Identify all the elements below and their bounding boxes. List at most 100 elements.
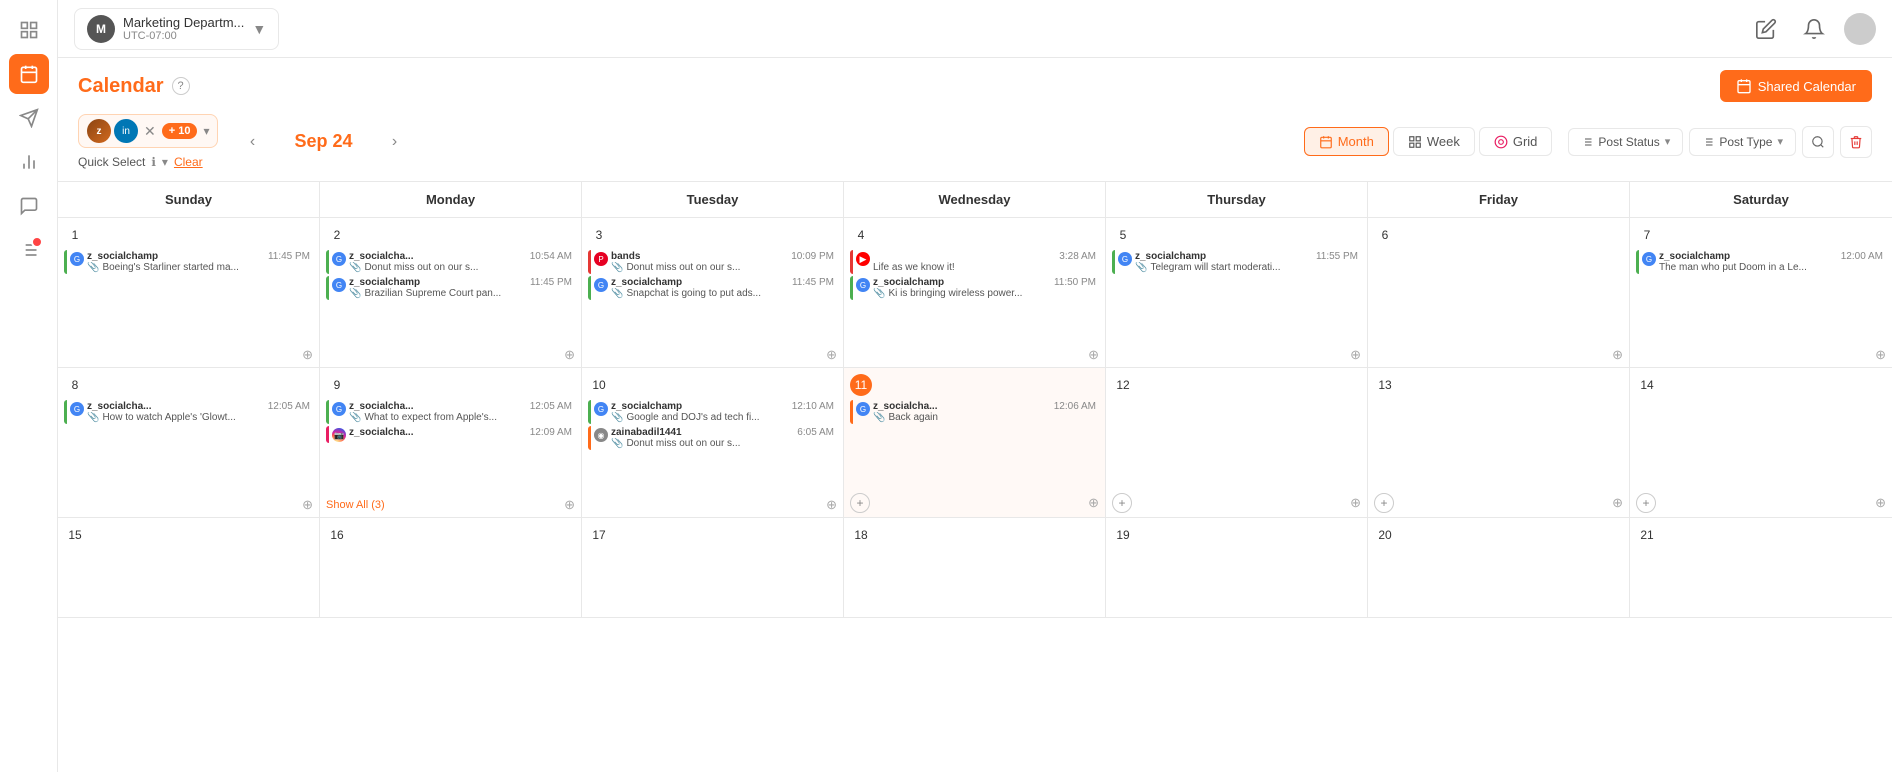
post-entry[interactable]: G z_socialchamp 11:45 PM 📎 Boeing's Star… (64, 250, 313, 274)
post-entry[interactable]: G z_socialchamp 11:45 PM 📎 Brazilian Sup… (326, 276, 575, 300)
sidebar-icon-send[interactable] (9, 98, 49, 138)
export-icon[interactable]: ⊕ (1875, 495, 1886, 511)
post-time: 10:54 AM (530, 251, 572, 262)
post-user: z_socialcha... (349, 427, 413, 438)
day-cell-12: 12 + ⊕ (1106, 368, 1368, 517)
add-post-icon[interactable]: ⊕ (1088, 347, 1099, 363)
export-icon[interactable]: ⊕ (1088, 495, 1099, 511)
export-icon[interactable]: ⊕ (1350, 495, 1361, 511)
post-type-dropdown[interactable]: Post Type ▾ (1689, 128, 1796, 156)
add-post-icon[interactable]: ⊕ (564, 347, 575, 363)
shared-calendar-button[interactable]: Shared Calendar (1720, 70, 1872, 102)
post-network-icon: G (856, 402, 870, 416)
day-cell-6: 6 ⊕ (1368, 218, 1630, 367)
day-cell-4: 4 ▶ 3:28 AM Life as we know it! (844, 218, 1106, 367)
post-entry[interactable]: 📷 z_socialcha... 12:09 AM (326, 426, 575, 443)
quick-select-info-icon[interactable]: ℹ (151, 155, 156, 169)
post-entry[interactable]: G z_socialcha... 10:54 AM 📎 Donut miss o… (326, 250, 575, 274)
add-post-icon[interactable]: ⊕ (826, 347, 837, 363)
attach-icon: 📎 (87, 262, 99, 273)
post-status-dropdown[interactable]: Post Status ▾ (1568, 128, 1683, 156)
sidebar-icon-dashboard[interactable] (9, 10, 49, 50)
notification-icon[interactable] (1796, 11, 1832, 47)
post-entry[interactable]: ◉ zainabadil1441 6:05 AM 📎 Donut miss ou… (588, 426, 837, 450)
day-cell-2: 2 G z_socialcha... 10:54 AM 📎 Donut miss… (320, 218, 582, 367)
post-entry[interactable]: ▶ 3:28 AM Life as we know it! (850, 250, 1099, 274)
post-info: z_socialchamp 12:10 AM 📎 Google and DOJ'… (611, 401, 834, 423)
post-user: z_socialchamp (611, 277, 682, 288)
filter-count-badge[interactable]: + 10 (162, 123, 198, 139)
add-post-icon[interactable]: ⊕ (302, 497, 313, 513)
post-text: Life as we know it! (873, 262, 1096, 273)
filter-clear-icon[interactable]: ✕ (144, 123, 156, 140)
sidebar-icon-audio[interactable] (9, 230, 49, 270)
prev-month-button[interactable]: ‹ (238, 128, 266, 156)
post-entry[interactable]: G z_socialcha... 12:06 AM 📎 Back again (850, 400, 1099, 424)
post-time: 11:45 PM (792, 277, 834, 288)
day-cell-13: 13 + ⊕ (1368, 368, 1630, 517)
post-info: z_socialchamp 12:00 AM The man who put D… (1659, 251, 1883, 273)
day-number-16: 16 (326, 524, 348, 546)
attach-icon: 📎 (611, 288, 623, 299)
month-view-button[interactable]: Month (1304, 127, 1389, 156)
current-month-label: Sep 24 (278, 131, 368, 152)
trash-button[interactable] (1840, 126, 1872, 158)
post-network-icon: G (332, 278, 346, 292)
post-entry[interactable]: G z_socialchamp 12:00 AM The man who put… (1636, 250, 1886, 274)
post-info: z_socialchamp 11:45 PM 📎 Snapchat is goi… (611, 277, 834, 299)
post-time: 12:05 AM (268, 401, 310, 412)
add-post-button[interactable]: + (1374, 493, 1394, 513)
sidebar-icon-analytics[interactable] (9, 142, 49, 182)
help-icon[interactable]: ? (172, 77, 190, 95)
day-number-14: 14 (1636, 374, 1658, 396)
day-cell-3: 3 P bands 10:09 PM 📎 Donut miss out on o… (582, 218, 844, 367)
day-cell-20: 20 (1368, 518, 1630, 617)
post-entry[interactable]: G z_socialchamp 12:10 AM 📎 Google and DO… (588, 400, 837, 424)
compose-icon[interactable] (1748, 11, 1784, 47)
cell-bottom: ⊕ (1374, 343, 1623, 363)
add-post-icon[interactable]: ⊕ (564, 497, 575, 513)
next-month-button[interactable]: › (380, 128, 408, 156)
add-post-icon[interactable]: ⊕ (1612, 347, 1623, 363)
post-entry[interactable]: G z_socialchamp 11:55 PM 📎 Telegram will… (1112, 250, 1361, 274)
show-all-link[interactable]: Show All (3) (326, 499, 385, 511)
sidebar-icon-calendar[interactable] (9, 54, 49, 94)
post-time: 12:06 AM (1054, 401, 1096, 412)
add-post-button[interactable]: + (1636, 493, 1656, 513)
day-number-15: 15 (64, 524, 86, 546)
post-entry[interactable]: G z_socialcha... 12:05 AM 📎 What to expe… (326, 400, 575, 424)
post-text: 📎 What to expect from Apple's... (349, 412, 572, 423)
day-number-21: 21 (1636, 524, 1658, 546)
clear-filter-link[interactable]: Clear (174, 155, 203, 169)
grid-view-button[interactable]: Grid (1479, 127, 1553, 156)
top-header: M Marketing Departm... UTC-07:00 ▼ (58, 0, 1892, 58)
sidebar-icon-chat[interactable] (9, 186, 49, 226)
add-post-icon[interactable]: ⊕ (1350, 347, 1361, 363)
day-cell-14: 14 + ⊕ (1630, 368, 1892, 517)
post-info: z_socialcha... 12:09 AM (349, 427, 572, 438)
post-text: 📎 Brazilian Supreme Court pan... (349, 288, 572, 299)
filter-dropdown-arrow[interactable]: ▾ (203, 124, 209, 138)
add-post-icon[interactable]: ⊕ (826, 497, 837, 513)
add-post-button[interactable]: + (850, 493, 870, 513)
post-entry[interactable]: G z_socialchamp 11:45 PM 📎 Snapchat is g… (588, 276, 837, 300)
day-cell-7: 7 G z_socialchamp 12:00 AM The man who p… (1630, 218, 1892, 367)
post-entry[interactable]: G z_socialcha... 12:05 AM 📎 How to watch… (64, 400, 313, 424)
export-icon[interactable]: ⊕ (1612, 495, 1623, 511)
attach-icon: 📎 (349, 412, 361, 423)
add-post-icon[interactable]: ⊕ (1875, 347, 1886, 363)
post-entry[interactable]: P bands 10:09 PM 📎 Donut miss out on our… (588, 250, 837, 274)
post-time: 10:09 PM (791, 251, 834, 262)
user-avatar[interactable] (1844, 13, 1876, 45)
add-post-icon[interactable]: ⊕ (302, 347, 313, 363)
add-post-button[interactable]: + (1112, 493, 1132, 513)
post-text: 📎 Back again (873, 412, 1096, 423)
week-row-2: 8 G z_socialcha... 12:05 AM 📎 How to wat… (58, 368, 1892, 518)
search-button[interactable] (1802, 126, 1834, 158)
org-dropdown-icon: ▼ (252, 21, 266, 37)
week-view-button[interactable]: Week (1393, 127, 1475, 156)
post-entry[interactable]: G z_socialchamp 11:50 PM 📎 Ki is bringin… (850, 276, 1099, 300)
org-selector[interactable]: M Marketing Departm... UTC-07:00 ▼ (74, 8, 279, 50)
cell-bottom: ⊕ (1112, 343, 1361, 363)
post-info: 3:28 AM Life as we know it! (873, 251, 1096, 273)
